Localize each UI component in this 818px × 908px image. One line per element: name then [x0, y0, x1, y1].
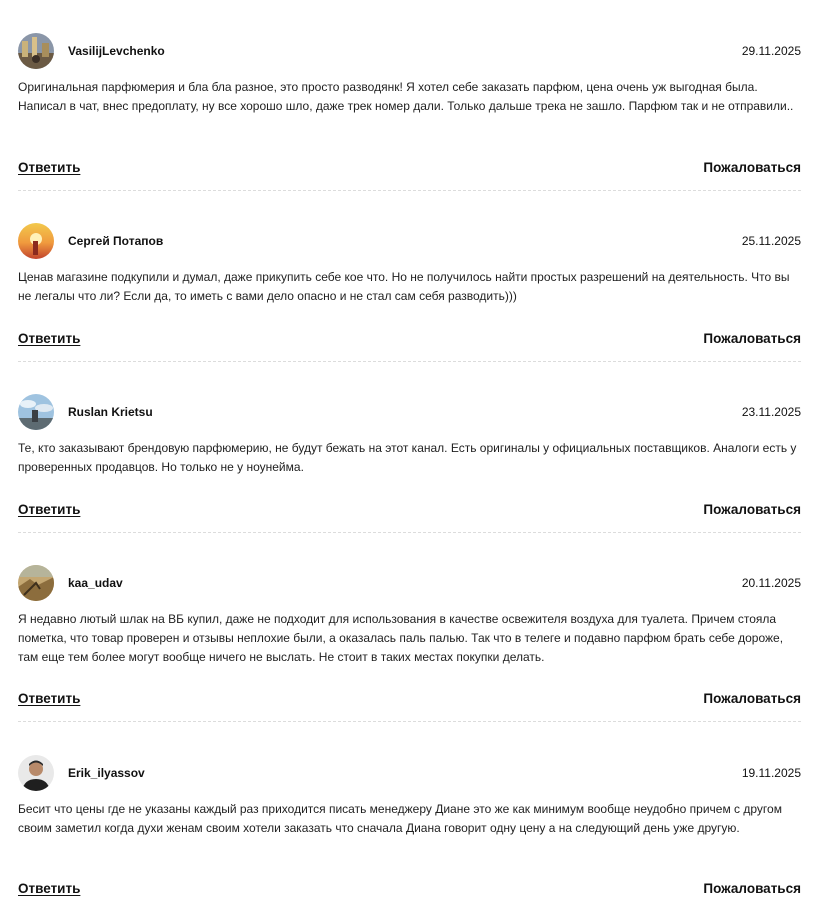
comment-date: 19.11.2025	[741, 766, 801, 780]
comment-header: Erik_ilyassov 19.11.2025	[18, 755, 801, 791]
author-name[interactable]: VasilijLevchenko	[68, 43, 165, 59]
comment-header: kaa_udav 20.11.2025	[18, 565, 801, 601]
reply-button[interactable]: Ответить	[18, 501, 80, 519]
avatar[interactable]	[18, 755, 54, 791]
reply-button[interactable]: Ответить	[18, 330, 80, 348]
author-name[interactable]: Ruslan Krietsu	[68, 404, 153, 420]
divider	[18, 532, 801, 533]
comment-header: VasilijLevchenko 29.11.2025	[18, 33, 801, 69]
comment-date: 23.11.2025	[741, 405, 801, 419]
avatar[interactable]	[18, 565, 54, 601]
author-name[interactable]: Erik_ilyassov	[68, 765, 145, 781]
avatar[interactable]	[18, 33, 54, 69]
reply-button[interactable]: Ответить	[18, 880, 80, 898]
divider	[18, 190, 801, 191]
comment-header: Ruslan Krietsu 23.11.2025	[18, 394, 801, 430]
reply-button[interactable]: Ответить	[18, 690, 80, 708]
report-button[interactable]: Пожаловаться	[703, 880, 801, 898]
divider	[18, 361, 801, 362]
comment-text: Оригинальная парфюмерия и бла бла разное…	[18, 80, 794, 113]
comment-text: Ценав магазине подкупили и думал, даже п…	[18, 270, 790, 303]
author-name[interactable]: kaa_udav	[68, 575, 123, 591]
comment-text: Бесит что цены где не указаны каждый раз…	[18, 802, 782, 835]
comment-text: Те, кто заказывают брендовую парфюмерию,…	[18, 441, 797, 474]
avatar[interactable]	[18, 394, 54, 430]
report-button[interactable]: Пожаловаться	[703, 330, 801, 348]
report-button[interactable]: Пожаловаться	[703, 501, 801, 519]
author-name[interactable]: Сергей Потапов	[68, 233, 163, 249]
comment-header: Сергей Потапов 25.11.2025	[18, 223, 801, 259]
comment-date: 25.11.2025	[741, 234, 801, 248]
comment-text: Я недавно лютый шлак на ВБ купил, даже н…	[18, 612, 784, 664]
avatar[interactable]	[18, 223, 54, 259]
divider	[18, 721, 801, 722]
comment-date: 29.11.2025	[741, 44, 801, 58]
report-button[interactable]: Пожаловаться	[703, 690, 801, 708]
comment-date: 20.11.2025	[741, 576, 801, 590]
reply-button[interactable]: Ответить	[18, 159, 80, 177]
report-button[interactable]: Пожаловаться	[703, 159, 801, 177]
